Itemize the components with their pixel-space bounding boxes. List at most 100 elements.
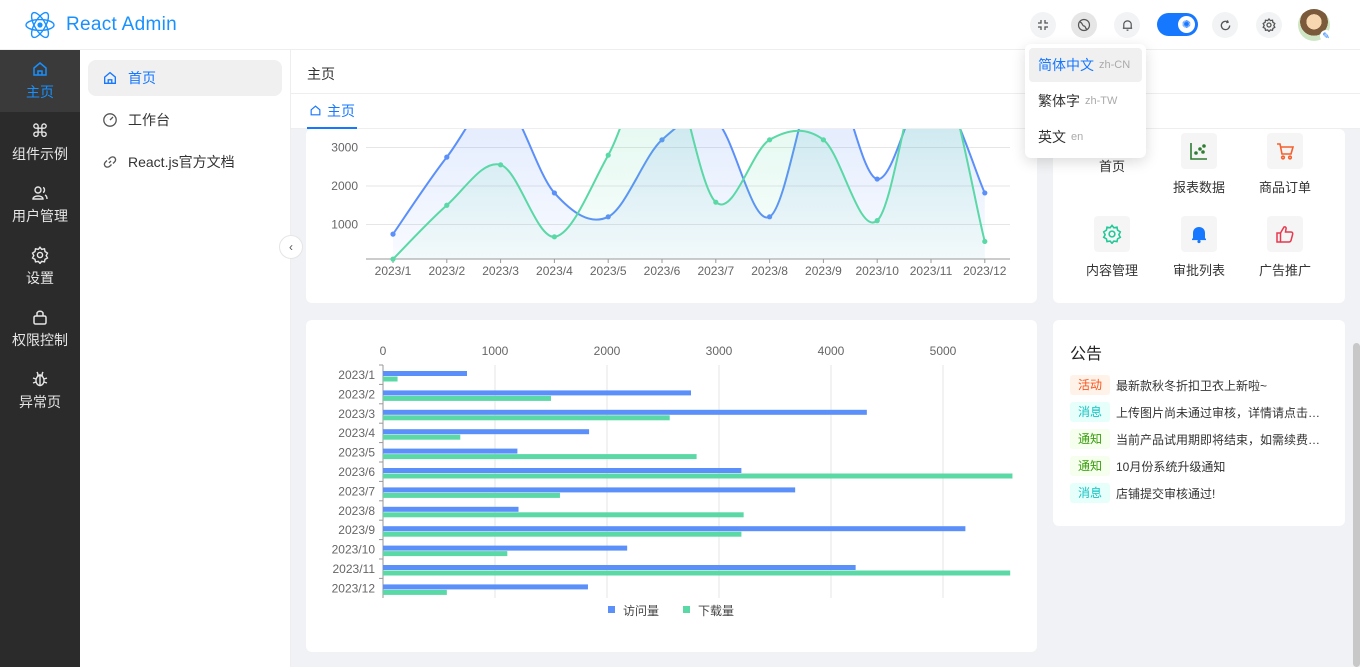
- rail-item-components[interactable]: ⌘ 组件示例: [0, 112, 80, 174]
- quick-link-orders[interactable]: 商品订单: [1245, 133, 1325, 196]
- settings-icon[interactable]: [1256, 12, 1282, 38]
- submenu-item-workbench[interactable]: 工作台: [88, 102, 282, 138]
- notice-text: 最新款秋冬折扣卫衣上新啦~: [1116, 378, 1268, 393]
- x-tick-label: 2023/12: [963, 264, 1007, 278]
- quick-link-reports[interactable]: 报表数据: [1159, 133, 1239, 196]
- quick-link-content[interactable]: 内容管理: [1072, 216, 1152, 279]
- app-logo[interactable]: React Admin: [24, 9, 177, 41]
- y-tick-label: 2023/3: [338, 407, 375, 421]
- notice-text: 当前产品试用期即将结束，如需续费请联系客服: [1116, 432, 1321, 447]
- bar: [383, 570, 1011, 576]
- rail-item-exceptions[interactable]: 异常页: [0, 360, 80, 422]
- bar: [383, 434, 461, 440]
- bar: [383, 551, 508, 557]
- notice-tag: 消息: [1070, 402, 1110, 422]
- submenu-item-home[interactable]: 首页: [88, 60, 282, 96]
- bar: [383, 512, 744, 518]
- quick-link-approvals[interactable]: 审批列表: [1159, 216, 1239, 279]
- bar: [383, 565, 856, 570]
- x-tick-label: 5000: [930, 344, 957, 358]
- quick-link-label: 广告推广: [1258, 263, 1311, 278]
- line-chart-card: 1000 2000 3000 2023/1 2023/2 2023/3 2023/4 2023…: [306, 129, 1037, 303]
- data-point: [982, 238, 988, 245]
- language-dropdown: 简体中文 zh-CN 繁体字 zh-TW 英文 en: [1025, 44, 1146, 158]
- link-icon: [103, 156, 117, 168]
- submenu-item-react-docs[interactable]: React.js官方文档: [88, 144, 282, 180]
- language-icon[interactable]: [1071, 12, 1097, 38]
- notice-item[interactable]: 通知 当前产品试用期即将结束，如需续费请联系客服: [1070, 429, 1330, 449]
- rail-item-users[interactable]: 用户管理: [0, 174, 80, 236]
- data-point: [444, 202, 450, 208]
- bar: [383, 492, 560, 498]
- x-tick-label: 1000: [482, 344, 509, 358]
- x-tick-label: 2023/1: [375, 264, 412, 278]
- bell-icon[interactable]: [1114, 12, 1140, 38]
- notice-item[interactable]: 通知 10月份系统升级通知: [1070, 456, 1330, 476]
- notice-item[interactable]: 消息 店铺提交审核通过!: [1070, 483, 1330, 503]
- language-option-en[interactable]: 英文 en: [1029, 120, 1142, 154]
- breadcrumb: 主页: [291, 50, 1360, 94]
- rail-item-home[interactable]: 主页: [0, 50, 80, 112]
- language-label: 英文: [1038, 129, 1066, 145]
- x-tick-label: 4000: [818, 344, 845, 358]
- legend-swatch: [608, 606, 615, 613]
- notice-tag: 通知: [1070, 429, 1110, 449]
- language-option-zh-cn[interactable]: 简体中文 zh-CN: [1029, 48, 1142, 82]
- bar-chart[interactable]: 0 1000 2000 3000 4000 5000 2023/1 2023/2 2023/3 2…: [306, 320, 1037, 652]
- rail-label: 组件示例: [12, 146, 68, 162]
- tab-home[interactable]: 主页: [307, 94, 357, 129]
- refresh-icon[interactable]: [1212, 12, 1238, 38]
- language-label: 简体中文: [1038, 57, 1094, 73]
- y-tick-label: 2023/9: [338, 523, 375, 537]
- y-tick-label: 2023/4: [338, 426, 375, 440]
- gear-icon: [31, 246, 49, 264]
- y-tick-label: 2023/7: [338, 484, 375, 498]
- edit-icon: ✎: [1320, 30, 1332, 42]
- language-code: zh-CN: [1099, 59, 1131, 71]
- breadcrumb-current[interactable]: 主页: [307, 64, 335, 84]
- y-tick-label: 2023/11: [333, 562, 376, 576]
- quick-link-ads[interactable]: 广告推广: [1245, 216, 1325, 279]
- notice-text: 上传图片尚未通过审核，详情请点击查看: [1116, 405, 1321, 420]
- x-tick-label: 0: [380, 344, 387, 358]
- y-tick-label: 2000: [331, 179, 358, 193]
- x-tick-label: 2023/6: [644, 264, 681, 278]
- rail-item-permissions[interactable]: 权限控制: [0, 298, 80, 360]
- collapse-sidebar-button[interactable]: ‹: [279, 235, 303, 259]
- notice-title: 公告: [1070, 346, 1103, 363]
- notice-tag: 通知: [1070, 456, 1110, 476]
- fullscreen-icon[interactable]: [1030, 12, 1056, 38]
- rail-label: 设置: [26, 270, 54, 286]
- y-tick-label: 2023/12: [332, 581, 376, 595]
- theme-toggle[interactable]: ✺: [1157, 13, 1198, 36]
- language-option-zh-tw[interactable]: 繁体字 zh-TW: [1029, 84, 1142, 118]
- user-avatar[interactable]: ✎: [1298, 9, 1332, 42]
- data-point: [767, 137, 773, 143]
- bar: [383, 395, 551, 401]
- y-tick-label: 2023/10: [332, 543, 376, 557]
- data-point: [820, 137, 827, 143]
- rail-item-settings[interactable]: 设置: [0, 236, 80, 298]
- data-point: [390, 231, 396, 237]
- data-point: [551, 190, 557, 196]
- rail-label: 权限控制: [12, 332, 68, 348]
- quick-link-label: 报表数据: [1172, 180, 1225, 195]
- data-point: [982, 190, 988, 196]
- notice-item[interactable]: 活动 最新款秋冬折扣卫衣上新啦~: [1070, 375, 1330, 395]
- quick-link-label: 首页: [1098, 159, 1125, 174]
- x-tick-label: 2023/5: [590, 264, 627, 278]
- submenu-label: React.js官方文档: [128, 154, 235, 170]
- x-tick-label: 2023/9: [805, 264, 842, 278]
- quick-link-label: 审批列表: [1172, 263, 1225, 278]
- notice-tag: 活动: [1070, 375, 1110, 395]
- line-chart[interactable]: 1000 2000 3000 2023/1 2023/2 2023/3 2023/4 2023…: [306, 129, 1037, 303]
- data-point: [498, 162, 504, 168]
- x-tick-label: 2023/2: [428, 264, 465, 278]
- bell-icon: [1181, 216, 1217, 252]
- bar: [383, 468, 742, 473]
- notice-item[interactable]: 消息 上传图片尚未通过审核，详情请点击查看: [1070, 402, 1330, 422]
- rail-label: 主页: [26, 84, 54, 100]
- language-code: zh-TW: [1085, 95, 1118, 107]
- page-scrollbar[interactable]: [1353, 343, 1360, 667]
- tab-bar: 主页: [291, 94, 1360, 129]
